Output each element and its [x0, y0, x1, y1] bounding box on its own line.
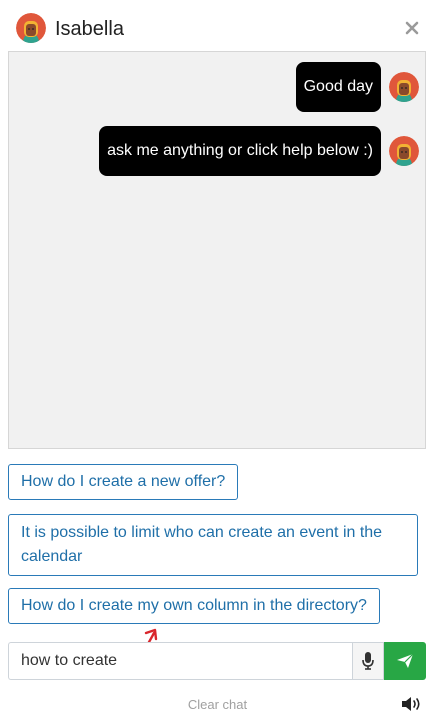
- avatar-icon: [389, 72, 419, 102]
- avatar-icon: [389, 136, 419, 166]
- message-row: Good day: [295, 62, 419, 112]
- clear-chat-link[interactable]: Clear chat: [0, 697, 435, 712]
- suggestion-button[interactable]: It is possible to limit who can create a…: [8, 514, 418, 576]
- chat-input[interactable]: [8, 642, 352, 680]
- suggestion-button[interactable]: How do I create my own column in the dir…: [8, 588, 380, 624]
- avatar-icon: [16, 13, 46, 43]
- close-icon[interactable]: [405, 21, 419, 35]
- chat-widget: Isabella Good day ask me anything or cli…: [0, 0, 435, 719]
- suggestion-button[interactable]: How do I create a new offer?: [8, 464, 239, 500]
- conversation-area[interactable]: Good day ask me anything or click help b…: [8, 51, 426, 449]
- message-row: ask me anything or click help below :): [99, 126, 419, 176]
- chat-header: Isabella: [0, 0, 435, 50]
- send-icon[interactable]: [384, 642, 426, 680]
- chat-input-bar: [8, 642, 426, 680]
- speaker-icon[interactable]: [401, 696, 423, 712]
- microphone-icon[interactable]: [352, 642, 384, 680]
- message-bubble: Good day: [295, 62, 381, 112]
- message-bubble: ask me anything or click help below :): [99, 126, 381, 176]
- chat-title: Isabella: [55, 18, 124, 40]
